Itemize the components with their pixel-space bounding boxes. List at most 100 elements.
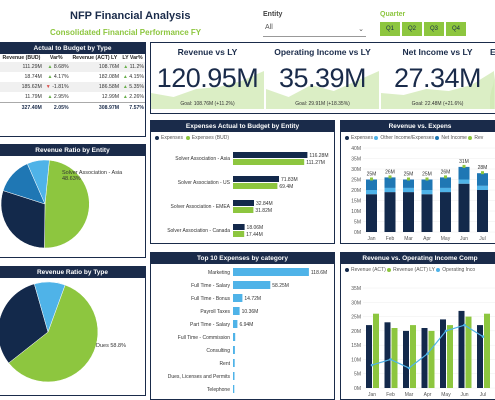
quarter-button-q3[interactable]: Q3: [424, 22, 444, 36]
quarter-button-q1[interactable]: Q1: [380, 22, 400, 36]
data-label: 10.36M: [242, 309, 259, 315]
pie-label: Solver Association - Asia 48.63%: [62, 170, 123, 182]
bar: [440, 319, 446, 388]
legend-swatch: [387, 267, 392, 272]
bar-segment: [366, 194, 377, 232]
cell: 7.57%: [120, 102, 145, 113]
revenue-marker: [444, 175, 447, 179]
y-tick-label: 0M: [354, 230, 361, 236]
revenue-marker: [370, 177, 373, 181]
bar: [233, 183, 278, 189]
line-point: [389, 358, 392, 361]
legend-swatch: [468, 135, 473, 140]
kpi-value: 120.95M: [156, 63, 259, 93]
legend-label: Expenses (BUD): [191, 135, 229, 141]
y-tick-label: 0M: [354, 386, 361, 392]
data-label: 118.6M: [311, 270, 327, 276]
y-tick-label: 30M: [351, 300, 361, 306]
expenses-entity-chart[interactable]: Solver Association - Asia 116.28M111.27M S…: [151, 144, 335, 244]
chart-legend: Expenses Expenses (BUD): [151, 132, 334, 144]
legend-swatch: [345, 267, 349, 272]
entity-dropdown[interactable]: All ⌄: [263, 24, 366, 37]
down-arrow-icon: ▼: [45, 84, 51, 90]
x-tick-label: Feb: [386, 392, 395, 398]
data-label: 28M: [478, 165, 488, 171]
cell: 8.68%: [53, 64, 69, 70]
column-header[interactable]: Revenue (ACT) LY: [70, 54, 120, 62]
y-tick-label: 5M: [354, 220, 361, 226]
y-tick-label: 35M: [351, 157, 361, 163]
bar: [410, 325, 416, 388]
cell: 11.2%: [129, 64, 144, 70]
table-row[interactable]: 111.29M ▲ 8.68% 108.76M ▲ 11.2%: [0, 62, 145, 72]
kpi-card-net-income[interactable]: Net Income vs LY 27.34M Goal: 22.48M (+2…: [381, 43, 494, 113]
x-tick-label: Jun: [460, 236, 468, 242]
revenue-expense-chart[interactable]: 0M 5M 10M 15M 20M 25M 30M 35M 40M 25M Jan 26M Feb 25M…: [341, 144, 495, 244]
bar-segment: [403, 192, 414, 232]
table-row[interactable]: 11.79M ▲ 2.95% 12.99M ▲ 2.26%: [0, 92, 145, 103]
pie-label: Dues 58.8%: [96, 343, 126, 349]
data-label: 25M: [422, 172, 432, 178]
kpi-title: Net Income vs LY: [402, 47, 473, 57]
bar-segment: [384, 187, 396, 193]
data-label: 26M: [441, 169, 451, 175]
bar: [403, 330, 409, 388]
cell: 4.15%: [129, 74, 144, 80]
kpi-goal: Goal: 108.76M (+11.2%): [180, 101, 235, 107]
legend-label: Revenue (ACT) LY: [393, 267, 435, 273]
quarter-button-q2[interactable]: Q2: [402, 22, 422, 36]
up-arrow-icon: ▲: [122, 74, 128, 80]
data-label: 17.44M: [246, 232, 263, 238]
bar-segment: [421, 179, 433, 190]
bar: [373, 313, 379, 388]
kpi-card-revenue[interactable]: Revenue vs LY 120.95M Goal: 108.76M (+11…: [151, 43, 264, 113]
kpi-goal: Goal: 22.48M (+21.6%): [411, 101, 464, 107]
table-row[interactable]: 185.62M ▼ -1.81% 186.58M ▲ 5.35%: [0, 82, 145, 92]
bar-segment: [440, 187, 451, 193]
data-label: 26M: [385, 169, 395, 175]
column-header[interactable]: Revenue (BUD): [0, 54, 43, 62]
cell: 308.97M: [69, 102, 121, 113]
bar: [233, 385, 235, 393]
chart-legend: Revenue (ACT) Revenue (ACT) LY Operating…: [341, 264, 495, 276]
data-label: 6.94M: [239, 322, 253, 328]
panel-title: Expenses Actual to Budget by Entity: [151, 121, 334, 132]
y-tick-label: 35M: [351, 286, 361, 292]
panel-title: Revenue Ratio by Type: [0, 267, 145, 278]
cell: 2.26%: [129, 94, 144, 100]
bar-segment: [458, 166, 470, 180]
bar-segment: [477, 190, 488, 232]
quarter-button-q4[interactable]: Q4: [446, 22, 466, 36]
kpi-card-operating-income[interactable]: Operating Income vs LY 35.39M Goal: 29.9…: [266, 43, 379, 113]
revenue-marker: [388, 175, 392, 179]
y-tick-label: 10M: [351, 209, 361, 215]
up-arrow-icon: ▲: [122, 84, 128, 90]
category-label: Solver Association - EMEA: [171, 204, 231, 210]
category-label: Solver Association - Asia: [175, 156, 230, 162]
column-header[interactable]: Var%: [43, 54, 70, 62]
y-tick-label: 25M: [351, 315, 361, 321]
cell: 11.79M: [24, 94, 42, 100]
revenue-ratio-entity-panel: Revenue Ratio by Entity Solver Associati…: [0, 144, 146, 258]
y-tick-label: 20M: [351, 188, 361, 194]
expenses-entity-panel: Expenses Actual to Budget by Entity Expe…: [150, 120, 335, 244]
chart-legend: Expenses Other Income/Expenses Net Incom…: [341, 132, 495, 144]
entity-dropdown-value: All: [265, 24, 273, 31]
panel-title: Revenue Ratio by Entity: [0, 145, 145, 156]
x-tick-label: Jan: [368, 392, 376, 398]
cell: 2.05%: [42, 102, 70, 113]
panel-title: Revenue vs. Expens: [341, 121, 495, 132]
data-label: 111.27M: [306, 160, 325, 166]
bar: [233, 346, 235, 354]
x-tick-label: Mar: [405, 392, 414, 398]
bar: [233, 281, 271, 289]
x-tick-label: Jan: [367, 236, 375, 242]
revenue-ratio-type-pie[interactable]: [0, 278, 146, 394]
bar-segment: [384, 177, 396, 188]
rev-opincome-chart[interactable]: 0M 5M 10M 15M 20M 25M 30M 35M Jan Feb Mar Apr May Jun…: [341, 276, 495, 400]
column-header[interactable]: LY Var%: [120, 54, 145, 62]
table-row[interactable]: 18.74M ▲ 4.17% 182.08M ▲ 4.15%: [0, 72, 145, 82]
cell: -1.81%: [52, 84, 69, 90]
legend-label: Net Income: [441, 135, 467, 141]
top-expenses-chart[interactable]: Marketing 118.6M Full Time - Salary 58.25M F…: [151, 264, 335, 400]
